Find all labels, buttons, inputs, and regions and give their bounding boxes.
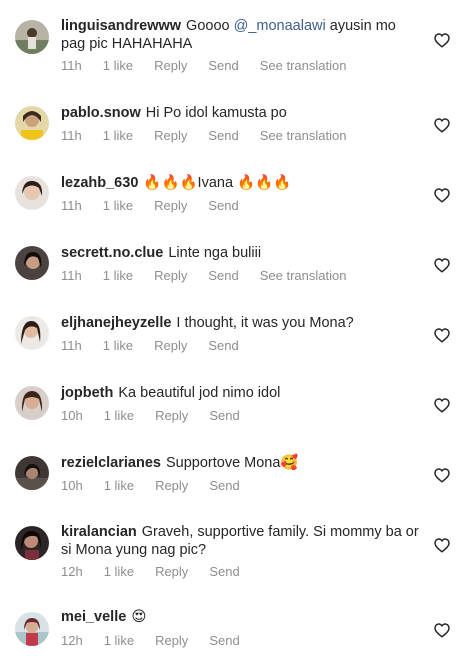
comment-username[interactable]: rezielclarianes bbox=[61, 455, 161, 471]
like-count[interactable]: 1 like bbox=[103, 338, 133, 353]
reply-button[interactable]: Reply bbox=[155, 478, 188, 493]
avatar[interactable] bbox=[15, 20, 49, 54]
heart-outline-icon[interactable] bbox=[434, 623, 450, 638]
like-count[interactable]: 1 like bbox=[104, 564, 134, 579]
comment-text: eljhanejheyzelle I thought, it was you Mo… bbox=[61, 314, 421, 332]
like-count[interactable]: 1 like bbox=[103, 58, 133, 73]
avatar[interactable] bbox=[15, 316, 49, 350]
comment-message: I thought, it was you Mona? bbox=[176, 315, 354, 331]
send-button[interactable]: Send bbox=[208, 58, 238, 73]
comment-message: Hi Po idol kamusta po bbox=[145, 105, 287, 121]
avatar[interactable] bbox=[15, 176, 49, 210]
send-button[interactable]: Send bbox=[208, 198, 238, 213]
comment-message: 🔥🔥🔥Ivana 🔥🔥🔥 bbox=[143, 175, 292, 191]
like-count[interactable]: 1 like bbox=[103, 268, 133, 283]
avatar[interactable] bbox=[15, 106, 49, 140]
send-button[interactable]: Send bbox=[208, 128, 238, 143]
send-button[interactable]: Send bbox=[209, 408, 239, 423]
heart-outline-icon[interactable] bbox=[434, 538, 450, 553]
comment-time: 10h bbox=[61, 408, 83, 423]
comment-message: Ka beautiful jod nimo idol bbox=[118, 385, 281, 401]
heart-outline-icon[interactable] bbox=[434, 188, 450, 203]
comment-meta: 11h 1 like Reply Send bbox=[61, 198, 260, 213]
reply-button[interactable]: Reply bbox=[155, 564, 188, 579]
reply-button[interactable]: Reply bbox=[154, 58, 187, 73]
comment-time: 12h bbox=[61, 633, 83, 648]
reply-button[interactable]: Reply bbox=[154, 268, 187, 283]
see-translation-button[interactable]: See translation bbox=[260, 58, 347, 73]
comment-text: mei_velle 😍 bbox=[61, 608, 421, 626]
avatar[interactable] bbox=[15, 456, 49, 490]
send-button[interactable]: Send bbox=[209, 478, 239, 493]
comment-username[interactable]: jopbeth bbox=[61, 385, 113, 401]
comment-text: jopbeth Ka beautiful jod nimo idol bbox=[61, 384, 421, 402]
comment-text: pablo.snow Hi Po idol kamusta po bbox=[61, 104, 421, 122]
heart-outline-icon[interactable] bbox=[434, 258, 450, 273]
comment-username[interactable]: pablo.snow bbox=[61, 105, 141, 121]
send-button[interactable]: Send bbox=[208, 268, 238, 283]
send-button[interactable]: Send bbox=[209, 564, 239, 579]
comment-message: Goooo bbox=[186, 18, 230, 34]
comment-text: linguisandrewww Goooo @_monaalawi ayusin … bbox=[61, 17, 421, 53]
reply-button[interactable]: Reply bbox=[154, 128, 187, 143]
heart-outline-icon[interactable] bbox=[434, 468, 450, 483]
see-translation-button[interactable]: See translation bbox=[260, 128, 347, 143]
comment-time: 11h bbox=[61, 58, 82, 73]
comment-text: lezahb_630 🔥🔥🔥Ivana 🔥🔥🔥 bbox=[61, 174, 421, 192]
reply-button[interactable]: Reply bbox=[155, 633, 188, 648]
mention-link[interactable]: @_monaalawi bbox=[234, 18, 326, 34]
comment-time: 10h bbox=[61, 478, 83, 493]
heart-outline-icon[interactable] bbox=[434, 328, 450, 343]
comment-meta: 12h 1 like Reply Send bbox=[61, 633, 261, 648]
comment-username[interactable]: eljhanejheyzelle bbox=[61, 315, 171, 331]
comment-username[interactable]: lezahb_630 bbox=[61, 175, 138, 191]
comment-meta: 11h 1 like Reply Send bbox=[61, 338, 260, 353]
like-count[interactable]: 1 like bbox=[103, 128, 133, 143]
comment-username[interactable]: mei_velle bbox=[61, 609, 126, 625]
comment-text: rezielclarianes Supportove Mona🥰 bbox=[61, 454, 421, 472]
heart-outline-icon[interactable] bbox=[434, 398, 450, 413]
like-count[interactable]: 1 like bbox=[103, 198, 133, 213]
comment-meta: 11h 1 like Reply Send See translation bbox=[61, 268, 367, 283]
heart-outline-icon[interactable] bbox=[434, 118, 450, 133]
reply-button[interactable]: Reply bbox=[155, 408, 188, 423]
comment-time: 11h bbox=[61, 198, 82, 213]
comment-time: 12h bbox=[61, 564, 83, 579]
comment-username[interactable]: kiralancian bbox=[61, 524, 137, 540]
comment-time: 11h bbox=[61, 338, 82, 353]
avatar[interactable] bbox=[15, 526, 49, 560]
see-translation-button[interactable]: See translation bbox=[260, 268, 347, 283]
avatar[interactable] bbox=[15, 386, 49, 420]
comment-meta: 12h 1 like Reply Send bbox=[61, 564, 261, 579]
comment-text: kiralancian Graveh, supportive family. Si… bbox=[61, 523, 421, 559]
reply-button[interactable]: Reply bbox=[154, 338, 187, 353]
comment-time: 11h bbox=[61, 128, 82, 143]
send-button[interactable]: Send bbox=[209, 633, 239, 648]
comment-username[interactable]: secrett.no.clue bbox=[61, 245, 163, 261]
comment-text: secrett.no.clue Linte nga buliii bbox=[61, 244, 421, 262]
comment-username[interactable]: linguisandrewww bbox=[61, 18, 181, 34]
like-count[interactable]: 1 like bbox=[104, 408, 134, 423]
send-button[interactable]: Send bbox=[208, 338, 238, 353]
comment-meta: 10h 1 like Reply Send bbox=[61, 478, 261, 493]
comment-meta: 11h 1 like Reply Send See translation bbox=[61, 128, 367, 143]
comment-meta: 11h 1 like Reply Send See translation bbox=[61, 58, 367, 73]
reply-button[interactable]: Reply bbox=[154, 198, 187, 213]
like-count[interactable]: 1 like bbox=[104, 478, 134, 493]
comment-time: 11h bbox=[61, 268, 82, 283]
avatar[interactable] bbox=[15, 246, 49, 280]
comment-message: Supportove Mona🥰 bbox=[165, 455, 299, 471]
heart-outline-icon[interactable] bbox=[434, 33, 450, 48]
comment-meta: 10h 1 like Reply Send bbox=[61, 408, 261, 423]
like-count[interactable]: 1 like bbox=[104, 633, 134, 648]
avatar[interactable] bbox=[15, 612, 49, 646]
comment-message: Linte nga buliii bbox=[168, 245, 262, 261]
comment-message: 😍 bbox=[131, 609, 147, 625]
